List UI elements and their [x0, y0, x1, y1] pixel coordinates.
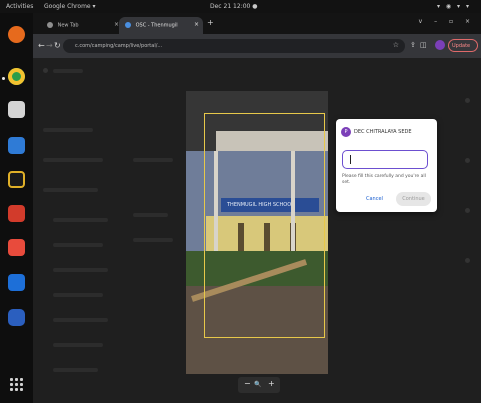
media-player-icon[interactable] — [8, 239, 25, 256]
tab-new-tab[interactable]: New Tab × — [41, 17, 123, 34]
active-indicator — [2, 77, 5, 80]
show-apps-grid-icon[interactable] — [10, 378, 23, 391]
bg-line — [53, 268, 108, 272]
zoom-out-button[interactable]: − — [244, 379, 251, 388]
share-icon[interactable]: ⇪ — [410, 41, 416, 49]
new-tab-button[interactable]: + — [207, 18, 214, 27]
cancel-button[interactable]: Cancel — [366, 196, 383, 202]
bg-line — [133, 238, 173, 242]
bg-line — [133, 213, 168, 217]
bookmark-star-icon[interactable]: ☆ — [393, 41, 399, 49]
app-menu[interactable]: Google Chrome ▾ — [44, 3, 96, 10]
outlook-icon[interactable] — [8, 274, 25, 291]
bg-line — [43, 158, 103, 162]
window-controls[interactable]: v – ▫ × — [419, 18, 475, 25]
activities-button[interactable]: Activities — [6, 3, 33, 10]
firefox-icon[interactable] — [8, 26, 25, 43]
tab-favicon-icon — [125, 22, 131, 28]
bg-line — [53, 293, 103, 297]
shield-icon[interactable] — [8, 171, 25, 188]
desktop-screen: Activities Google Chrome ▾ Dec 21 12:00 … — [0, 0, 481, 403]
reload-icon[interactable]: ↻ — [54, 41, 61, 50]
dialog-title: DEC CHITRALAYA SEDE — [354, 129, 412, 135]
dialog-avatar: P — [341, 127, 351, 137]
tab-active[interactable]: OSC - Thenmugil × — [119, 17, 203, 34]
page-content: THENMUGIL HIGH SCHOOL − 🔍 + P DEC CHITRA… — [33, 58, 481, 403]
bg-line — [53, 69, 83, 73]
close-tab-icon[interactable]: × — [194, 21, 199, 28]
bg-line — [53, 243, 103, 247]
tab-label: OSC - Thenmugil — [135, 22, 178, 29]
tab-label: New Tab — [57, 22, 79, 29]
chrome-icon[interactable] — [8, 68, 25, 85]
label-dialog: P DEC CHITRALAYA SEDE Please fill this c… — [336, 119, 437, 212]
tab-favicon-icon — [47, 22, 53, 28]
update-button[interactable]: Update — [448, 39, 478, 52]
profile-avatar[interactable] — [435, 40, 445, 50]
label-input[interactable] — [342, 150, 428, 169]
bg-dot — [465, 158, 470, 163]
forward-arrow-icon[interactable]: → — [46, 41, 53, 50]
bg-line — [53, 368, 98, 372]
pdf-reader-icon[interactable] — [8, 205, 25, 222]
bg-line — [43, 128, 93, 132]
dialog-help-text: Please fill this carefully and you're al… — [342, 174, 426, 185]
clock[interactable]: Dec 21 12:00 ● — [210, 3, 258, 10]
back-arrow-icon[interactable]: ← — [38, 41, 45, 50]
bg-line — [133, 158, 173, 162]
extensions-icon[interactable]: ◫ — [420, 41, 427, 49]
crop-frame[interactable] — [204, 113, 325, 338]
document-viewer-icon[interactable] — [8, 137, 25, 154]
bg-line — [53, 318, 108, 322]
files-icon[interactable] — [8, 101, 25, 118]
zoom-in-button[interactable]: + — [268, 379, 275, 388]
bg-line — [53, 343, 103, 347]
tab-strip: New Tab × OSC - Thenmugil × + v – ▫ × — [33, 13, 481, 34]
remote-desktop-icon[interactable] — [8, 309, 25, 326]
bg-dot — [465, 208, 470, 213]
continue-button[interactable]: Continue — [396, 192, 431, 206]
address-bar[interactable]: c.com/camping/camp/live/portal/... ☆ — [63, 39, 405, 53]
system-tray[interactable]: ▾ ◉ ▾ ▾ — [437, 3, 471, 10]
chrome-window: New Tab × OSC - Thenmugil × + v – ▫ × ← … — [33, 13, 481, 403]
bg-line — [53, 218, 108, 222]
browser-toolbar: ← → ↻ c.com/camping/camp/live/portal/...… — [33, 34, 481, 58]
bg-dot — [465, 258, 470, 263]
system-top-bar: Activities Google Chrome ▾ Dec 21 12:00 … — [0, 0, 481, 13]
bg-line — [43, 188, 98, 192]
text-caret — [350, 155, 351, 164]
bg-menu-icon — [43, 68, 48, 73]
bg-dot — [465, 98, 470, 103]
zoom-controls: − 🔍 + — [238, 377, 280, 393]
zoom-magnifier-icon[interactable]: 🔍 — [254, 381, 261, 388]
dock — [0, 13, 33, 403]
url-text: c.com/camping/camp/live/portal/... — [75, 43, 163, 49]
